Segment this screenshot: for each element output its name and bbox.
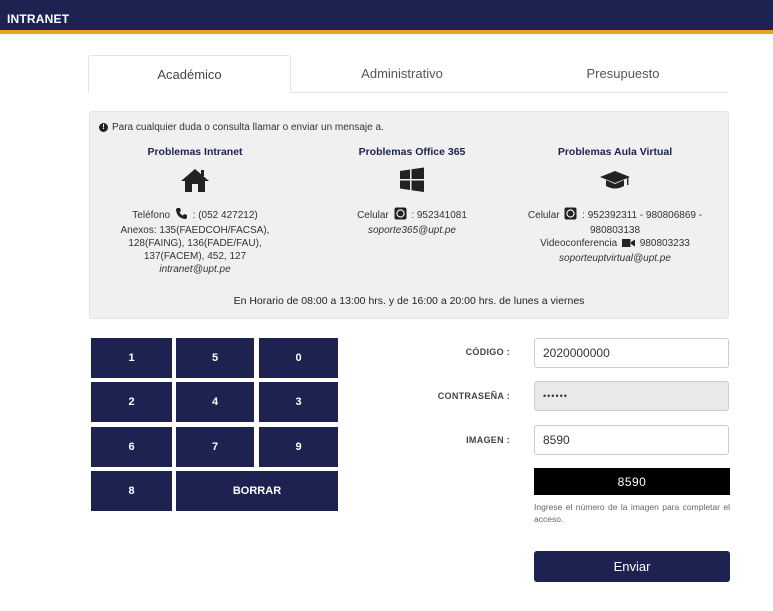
image-code-input[interactable]: 8590 — [534, 425, 729, 455]
intranet-support-title: Problemas Intranet — [147, 146, 243, 158]
keypad-key[interactable]: 6 — [91, 427, 172, 467]
virtual-classroom-support: Problemas Aula Virtual Celular : 9523923… — [525, 146, 705, 265]
support-info-panel: ! Para cualquier duda o consulta llamar … — [89, 111, 729, 319]
submit-button[interactable]: Enviar — [534, 551, 730, 582]
virtual-cell: Celular : 952392311 - 980806869 - — [525, 207, 705, 224]
video-camera-icon — [622, 238, 636, 252]
tab-bar: Académico Administrativo Presupuesto — [88, 55, 728, 93]
office365-support: Problemas Office 365 Celular : 952341081… — [322, 146, 502, 237]
image-label: IMAGEN : — [466, 435, 510, 445]
tab-presupuesto[interactable]: Presupuesto — [518, 55, 728, 93]
virtual-cell-2: 980803138 — [589, 225, 641, 236]
graduation-cap-icon — [525, 167, 705, 195]
office365-cell: Celular : 952341081 — [322, 207, 502, 224]
notice-text: Para cualquier duda o consulta llamar o … — [112, 122, 384, 133]
intranet-phone: Teléfono : (052 427212) — [110, 207, 280, 224]
phone-icon — [175, 207, 188, 224]
intranet-annex-2: 128(FAING), 136(FADE/FAU), — [128, 238, 262, 249]
whatsapp-icon — [564, 207, 577, 224]
virtual-keypad: 1 5 0 2 4 3 6 7 9 8 BORRAR — [91, 338, 338, 511]
top-bar: INTRANET — [0, 0, 773, 34]
intranet-email: intranet@upt.pe — [159, 264, 231, 275]
windows-icon — [322, 167, 502, 195]
tab-academico[interactable]: Académico — [88, 55, 291, 93]
keypad-key[interactable]: 4 — [176, 382, 254, 422]
info-icon: ! — [99, 123, 108, 132]
office365-email: soporte365@upt.pe — [368, 225, 456, 236]
virtual-email: soporteuptvirtual@upt.pe — [559, 253, 671, 264]
keypad-key[interactable]: 7 — [176, 427, 254, 467]
whatsapp-icon — [394, 207, 407, 224]
keypad-key[interactable]: 2 — [91, 382, 172, 422]
code-label: CÓDIGO : — [465, 347, 510, 357]
keypad-key[interactable]: 3 — [259, 382, 338, 422]
password-label: CONTRASEÑA : — [437, 391, 510, 401]
support-notice: ! Para cualquier duda o consulta llamar … — [99, 122, 384, 133]
keypad-key[interactable]: 1 — [91, 338, 172, 378]
password-input[interactable]: •••••• — [534, 381, 729, 411]
keypad-clear-button[interactable]: BORRAR — [176, 471, 338, 511]
home-icon — [110, 167, 280, 195]
keypad-key[interactable]: 0 — [259, 338, 338, 378]
intranet-support: Problemas Intranet Teléfono : (052 42721… — [110, 146, 280, 276]
keypad-key[interactable]: 9 — [259, 427, 338, 467]
captcha-image: 8590 — [534, 468, 730, 495]
virtual-video: Videoconferencia 980803233 — [525, 237, 705, 252]
office365-support-title: Problemas Office 365 — [358, 146, 466, 158]
keypad-key[interactable]: 8 — [91, 471, 172, 511]
virtual-support-title: Problemas Aula Virtual — [557, 146, 673, 158]
intranet-annex-1: Anexos: 135(FAEDCOH/FACSA), — [120, 225, 270, 236]
code-input[interactable]: 2020000000 — [534, 338, 729, 368]
captcha-help-text: Ingrese el número de la imagen para comp… — [534, 502, 730, 524]
schedule-text: En Horario de 08:00 a 13:00 hrs. y de 16… — [233, 295, 585, 307]
keypad-key[interactable]: 5 — [176, 338, 254, 378]
brand-title: INTRANET — [7, 12, 70, 26]
tab-administrativo[interactable]: Administrativo — [302, 55, 502, 93]
intranet-annex-3: 137(FACEM), 452, 127 — [143, 251, 247, 262]
